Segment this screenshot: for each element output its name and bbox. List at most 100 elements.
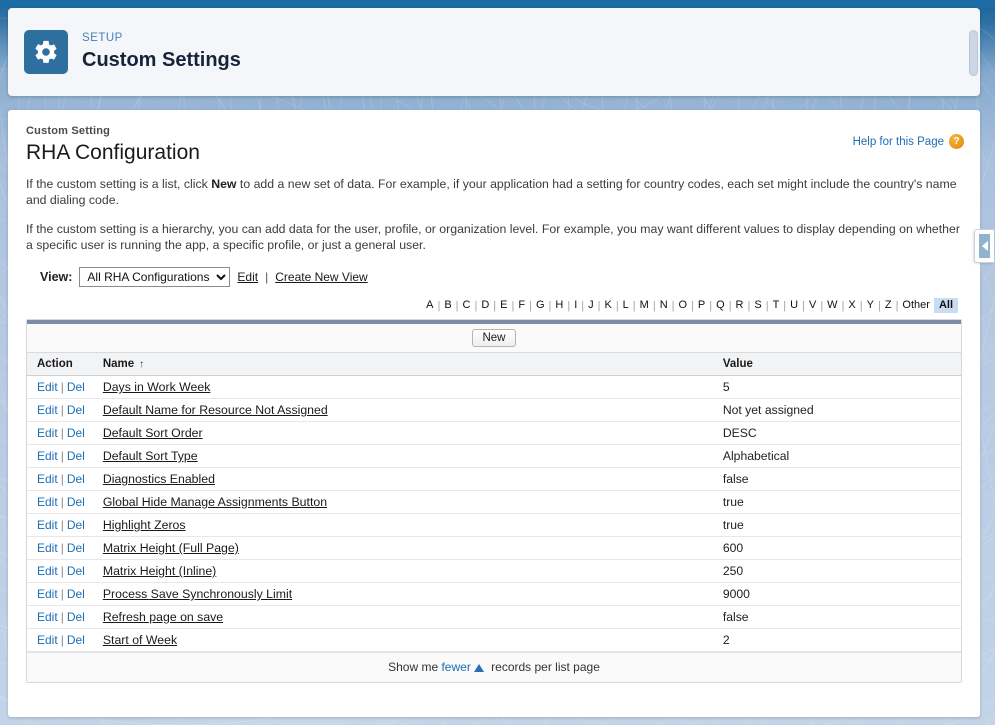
alpha-filter-l[interactable]: L — [619, 298, 633, 313]
edit-view-link[interactable]: Edit — [237, 270, 258, 284]
footer-text-after: records per list page — [487, 660, 600, 674]
setting-name-link[interactable]: Highlight Zeros — [103, 518, 186, 532]
del-link[interactable]: Del — [67, 472, 85, 486]
alpha-filter-w[interactable]: W — [823, 298, 841, 313]
row-name-cell: Highlight Zeros — [92, 513, 713, 537]
setting-name-link[interactable]: Start of Week — [103, 633, 177, 647]
setting-name-link[interactable]: Matrix Height (Full Page) — [103, 541, 239, 555]
del-link[interactable]: Del — [67, 449, 85, 463]
alpha-filter-q[interactable]: Q — [712, 298, 729, 313]
alpha-filter-all[interactable]: All — [933, 298, 958, 313]
table-row: Edit | Del Global Hide Manage Assignments … — [27, 490, 961, 514]
alpha-filter-v[interactable]: V — [805, 298, 820, 313]
alpha-filter-u[interactable]: U — [786, 298, 802, 313]
alpha-filter-j[interactable]: J — [584, 298, 598, 313]
alpha-filter-e[interactable]: E — [496, 298, 511, 313]
view-select[interactable]: All RHA Configurations — [79, 267, 231, 287]
table-row: Edit | Del Default Name for Resource Not A… — [27, 398, 961, 422]
column-header-value[interactable]: Value — [712, 352, 961, 376]
setting-name-link[interactable]: Process Save Synchronously Limit — [103, 587, 292, 601]
alpha-filter-c[interactable]: C — [459, 298, 475, 313]
edit-link[interactable]: Edit — [37, 564, 58, 578]
edit-link[interactable]: Edit — [37, 541, 58, 555]
alpha-filter-y[interactable]: Y — [863, 298, 878, 313]
edit-link[interactable]: Edit — [37, 518, 58, 532]
edit-link[interactable]: Edit — [37, 380, 58, 394]
edit-link[interactable]: Edit — [37, 472, 58, 486]
row-value-cell: Not yet assigned — [712, 398, 961, 422]
del-link[interactable]: Del — [67, 633, 85, 647]
setting-name-link[interactable]: Default Sort Order — [103, 426, 203, 440]
help-for-this-page[interactable]: Help for this Page ? — [853, 134, 964, 149]
help-link-label[interactable]: Help for this Page — [853, 136, 944, 148]
edit-link[interactable]: Edit — [37, 403, 58, 417]
alpha-filter-t[interactable]: T — [769, 298, 784, 313]
row-name-cell: Refresh page on save — [92, 605, 713, 629]
alpha-filter-k[interactable]: K — [600, 298, 615, 313]
new-button[interactable]: New — [472, 329, 516, 347]
setting-name-link[interactable]: Global Hide Manage Assignments Button — [103, 495, 327, 509]
alpha-filter-g[interactable]: G — [532, 298, 549, 313]
alpha-filter-m[interactable]: M — [636, 298, 653, 313]
list-button-bar: New — [27, 324, 961, 352]
row-value-cell: 5 — [712, 375, 961, 399]
alpha-filter-s[interactable]: S — [750, 298, 765, 313]
row-name-cell: Diagnostics Enabled — [92, 467, 713, 491]
column-header-name[interactable]: Name ↑ — [92, 352, 713, 376]
alpha-filter-d[interactable]: D — [477, 298, 493, 313]
alpha-filter-r[interactable]: R — [732, 298, 748, 313]
del-link[interactable]: Del — [67, 495, 85, 509]
create-new-view-link[interactable]: Create New View — [275, 270, 367, 284]
sidebar-collapse-toggle[interactable] — [974, 229, 994, 263]
del-link[interactable]: Del — [67, 403, 85, 417]
setup-eyebrow: SETUP — [82, 32, 123, 44]
del-link[interactable]: Del — [67, 518, 85, 532]
alpha-filter-f[interactable]: F — [514, 298, 529, 313]
row-name-cell: Default Name for Resource Not Assigned — [92, 398, 713, 422]
del-link[interactable]: Del — [67, 564, 85, 578]
row-actions: Edit | Del — [27, 467, 93, 491]
edit-link[interactable]: Edit — [37, 426, 58, 440]
alpha-filter-n[interactable]: N — [656, 298, 672, 313]
alpha-filter-z[interactable]: Z — [881, 298, 896, 313]
edit-link[interactable]: Edit — [37, 633, 58, 647]
alpha-filter-a[interactable]: A — [422, 298, 437, 313]
show-fewer-link[interactable]: fewer — [441, 660, 470, 674]
row-value-cell: 600 — [712, 536, 961, 560]
setting-name-link[interactable]: Refresh page on save — [103, 610, 223, 624]
edit-link[interactable]: Edit — [37, 495, 58, 509]
edit-link[interactable]: Edit — [37, 587, 58, 601]
row-actions: Edit | Del — [27, 536, 93, 560]
del-link[interactable]: Del — [67, 610, 85, 624]
del-link[interactable]: Del — [67, 426, 85, 440]
alpha-filter-i[interactable]: I — [570, 298, 581, 313]
setting-name-link[interactable]: Matrix Height (Inline) — [103, 564, 216, 578]
description-1-bold: New — [211, 177, 237, 191]
alpha-filter-other[interactable]: Other — [898, 298, 934, 313]
del-link[interactable]: Del — [67, 380, 85, 394]
alpha-filter-b[interactable]: B — [440, 298, 455, 313]
setting-name-link[interactable]: Days in Work Week — [103, 380, 211, 394]
alpha-filter-o[interactable]: O — [675, 298, 692, 313]
setting-name-link[interactable]: Default Name for Resource Not Assigned — [103, 403, 328, 417]
top-brand-strip — [0, 0, 995, 8]
table-body: Edit | Del Days in Work Week 5 Edit | Del De… — [27, 375, 961, 652]
footer-text-before: Show me — [388, 660, 442, 674]
del-link[interactable]: Del — [67, 587, 85, 601]
question-mark-icon[interactable]: ? — [949, 134, 964, 149]
page-scrollbar[interactable] — [969, 30, 978, 76]
edit-link[interactable]: Edit — [37, 610, 58, 624]
action-separator: | — [60, 472, 64, 486]
row-value-cell: DESC — [712, 421, 961, 445]
row-value-cell: 2 — [712, 628, 961, 652]
alpha-filter-x[interactable]: X — [844, 298, 859, 313]
triangle-up-icon[interactable] — [473, 664, 484, 672]
alpha-filter-p[interactable]: P — [694, 298, 709, 313]
row-actions: Edit | Del — [27, 559, 93, 583]
setting-name-link[interactable]: Diagnostics Enabled — [103, 472, 215, 486]
del-link[interactable]: Del — [67, 541, 85, 555]
edit-link[interactable]: Edit — [37, 449, 58, 463]
table-row: Edit | Del Start of Week 2 — [27, 628, 961, 652]
setting-name-link[interactable]: Default Sort Type — [103, 449, 198, 463]
alpha-filter-h[interactable]: H — [551, 298, 567, 313]
